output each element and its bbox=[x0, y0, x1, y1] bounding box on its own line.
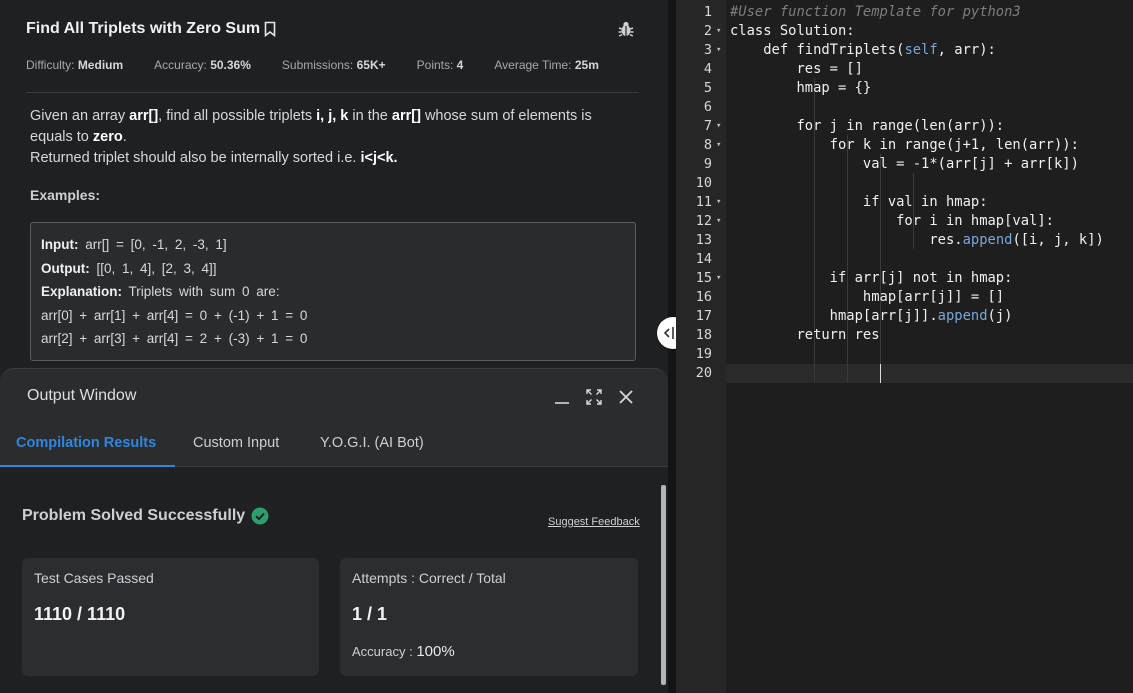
line-number: 9 bbox=[703, 156, 712, 172]
code-line[interactable]: for i in hmap[val]: bbox=[730, 212, 1054, 231]
output-window: Output Window Compilation Results Custom… bbox=[0, 368, 668, 693]
meta-average-time: Average Time: 25m bbox=[494, 58, 599, 72]
code-line[interactable]: hmap[arr[j]].append(j) bbox=[730, 307, 1013, 326]
example-line: arr[0] + arr[1] + arr[4] = 0 + (-1) + 1 … bbox=[41, 307, 308, 323]
output-window-title: Output Window bbox=[27, 387, 137, 404]
app: Find All Triplets with Zero Sum Difficul… bbox=[0, 0, 1133, 693]
code-line[interactable]: val = -1*(arr[j] + arr[k]) bbox=[730, 155, 1079, 174]
line-number: 17 bbox=[695, 308, 712, 324]
attempts-label: Attempts : Correct / Total bbox=[352, 570, 506, 586]
line-number: 18 bbox=[695, 327, 712, 343]
test-cases-card: Test Cases Passed 1110 / 1110 bbox=[22, 558, 319, 676]
tab-compilation-results[interactable]: Compilation Results bbox=[16, 435, 156, 451]
line-number: 15 bbox=[695, 270, 712, 286]
compilation-results-panel: Problem Solved Successfully Suggest Feed… bbox=[0, 467, 668, 693]
fold-chevron-icon[interactable]: ▾ bbox=[716, 136, 724, 155]
code-line[interactable]: return res bbox=[730, 326, 879, 345]
code-line[interactable]: for j in range(len(arr)): bbox=[730, 117, 1004, 136]
line-number: 8 bbox=[703, 137, 712, 153]
problem-title: Find All Triplets with Zero Sum bbox=[26, 20, 261, 37]
active-line-highlight bbox=[726, 364, 1133, 383]
problem-title-row: Find All Triplets with Zero Sum bbox=[26, 20, 276, 38]
line-number: 1 bbox=[703, 4, 712, 20]
line-number: 2 bbox=[703, 23, 712, 39]
status-text: Problem Solved Successfully bbox=[22, 507, 246, 524]
problem-meta: Difficulty: Medium Accuracy: 50.36% Subm… bbox=[26, 58, 630, 72]
example-line: arr[2] + arr[3] + arr[4] = 2 + (-3) + 1 … bbox=[41, 331, 308, 346]
description-paragraph: Returned triplet should also be internal… bbox=[30, 150, 398, 166]
tab-yogi-ai-bot[interactable]: Y.O.G.I. (AI Bot) bbox=[320, 435, 424, 451]
code-line[interactable]: if arr[j] not in hmap: bbox=[730, 269, 1013, 288]
code-line[interactable]: res = [] bbox=[730, 60, 862, 79]
attempts-card: Attempts : Correct / Total 1 / 1 Accurac… bbox=[340, 558, 638, 676]
line-number: 13 bbox=[695, 232, 712, 248]
code-line[interactable]: class Solution: bbox=[730, 22, 855, 41]
problem-statement: Find All Triplets with Zero Sum Difficul… bbox=[0, 0, 668, 372]
window-controls bbox=[552, 387, 648, 407]
indent-guide bbox=[880, 154, 881, 382]
test-cases-label: Test Cases Passed bbox=[34, 570, 154, 586]
example-output: Output: [[0, 1, 4], [2, 3, 4]] bbox=[41, 260, 217, 276]
output-window-header: Output Window bbox=[0, 369, 668, 421]
report-bug-icon[interactable] bbox=[617, 20, 635, 38]
check-circle-icon bbox=[251, 507, 269, 525]
code-line[interactable]: hmap[arr[j]] = [] bbox=[730, 288, 1004, 307]
fold-chevron-icon[interactable]: ▾ bbox=[716, 22, 724, 41]
accuracy-row: Accuracy : 100% bbox=[352, 643, 455, 660]
code-line[interactable]: res.append([i, j, k]) bbox=[730, 231, 1103, 250]
code-line[interactable]: for k in range(j+1, len(arr)): bbox=[730, 136, 1079, 155]
text-cursor bbox=[880, 364, 881, 383]
attempts-value: 1 / 1 bbox=[352, 604, 388, 624]
line-number-gutter: 1 2 ▾ 3 ▾ 4 5 6 7 ▾ 8 ▾ 9 10 11 ▾ 12 ▾ 13 14 15 ▾ 16 17 18 19 20 bbox=[676, 0, 726, 693]
meta-submissions: Submissions: 65K+ bbox=[281, 58, 386, 72]
problem-description: Given an array arr[], find all possible … bbox=[30, 106, 630, 169]
code-editor[interactable]: 1 2 ▾ 3 ▾ 4 5 6 7 ▾ 8 ▾ 9 10 11 ▾ 12 ▾ 13 14 15 ▾ 16 17 18 19 20 #… bbox=[676, 0, 1133, 693]
minimize-icon[interactable] bbox=[552, 387, 572, 407]
example-box: Input: arr[] = [0, -1, 2, -3, 1] Output:… bbox=[30, 222, 636, 361]
meta-difficulty: Difficulty: Medium bbox=[26, 58, 124, 72]
output-scrollbar[interactable] bbox=[661, 485, 666, 685]
divider bbox=[26, 92, 639, 93]
code-line[interactable]: def findTriplets(self, arr): bbox=[730, 41, 996, 60]
example-input: Input: arr[] = [0, -1, 2, -3, 1] bbox=[41, 237, 227, 252]
description-paragraph: Given an array arr[], find all possible … bbox=[30, 108, 592, 145]
line-number: 4 bbox=[703, 61, 712, 77]
line-number: 14 bbox=[695, 251, 712, 267]
example-explanation: Explanation: Triplets with sum 0 are: bbox=[41, 284, 280, 299]
line-number: 7 bbox=[703, 118, 712, 134]
meta-accuracy: Accuracy: 50.36% bbox=[154, 58, 251, 72]
output-tabs: Compilation Results Custom Input Y.O.G.I… bbox=[0, 421, 668, 467]
line-number: 19 bbox=[695, 346, 712, 362]
suggest-feedback-link[interactable]: Suggest Feedback bbox=[548, 516, 640, 528]
problem-pane: Find All Triplets with Zero Sum Difficul… bbox=[0, 0, 668, 693]
line-number: 6 bbox=[703, 99, 712, 115]
accuracy-value: 100% bbox=[416, 643, 455, 660]
tab-custom-input[interactable]: Custom Input bbox=[193, 435, 279, 451]
line-number: 20 bbox=[695, 365, 712, 381]
fold-chevron-icon[interactable]: ▾ bbox=[716, 193, 724, 212]
line-number: 10 bbox=[695, 175, 712, 191]
line-number: 3 bbox=[703, 42, 712, 58]
test-cases-value: 1110 / 1110 bbox=[34, 604, 126, 624]
code-area[interactable]: #User function Template for python3 class… bbox=[726, 0, 1133, 693]
examples-heading: Examples: bbox=[30, 187, 101, 203]
code-line[interactable]: hmap = {} bbox=[730, 79, 871, 98]
bookmark-icon[interactable] bbox=[264, 21, 276, 37]
meta-points: Points: 4 bbox=[416, 58, 464, 72]
fold-chevron-icon[interactable]: ▾ bbox=[716, 41, 724, 60]
line-number: 16 bbox=[695, 289, 712, 305]
line-number: 11 bbox=[695, 194, 712, 210]
fold-chevron-icon[interactable]: ▾ bbox=[716, 117, 724, 136]
status-message: Problem Solved Successfully bbox=[22, 507, 269, 525]
expand-icon[interactable] bbox=[584, 387, 604, 407]
line-number: 12 bbox=[695, 213, 712, 229]
close-icon[interactable] bbox=[616, 387, 636, 407]
fold-chevron-icon[interactable]: ▾ bbox=[716, 269, 724, 288]
fold-chevron-icon[interactable]: ▾ bbox=[716, 212, 724, 231]
line-number: 5 bbox=[703, 80, 712, 96]
code-line[interactable]: #User function Template for python3 bbox=[730, 3, 1021, 22]
code-line[interactable]: if val in hmap: bbox=[730, 193, 988, 212]
